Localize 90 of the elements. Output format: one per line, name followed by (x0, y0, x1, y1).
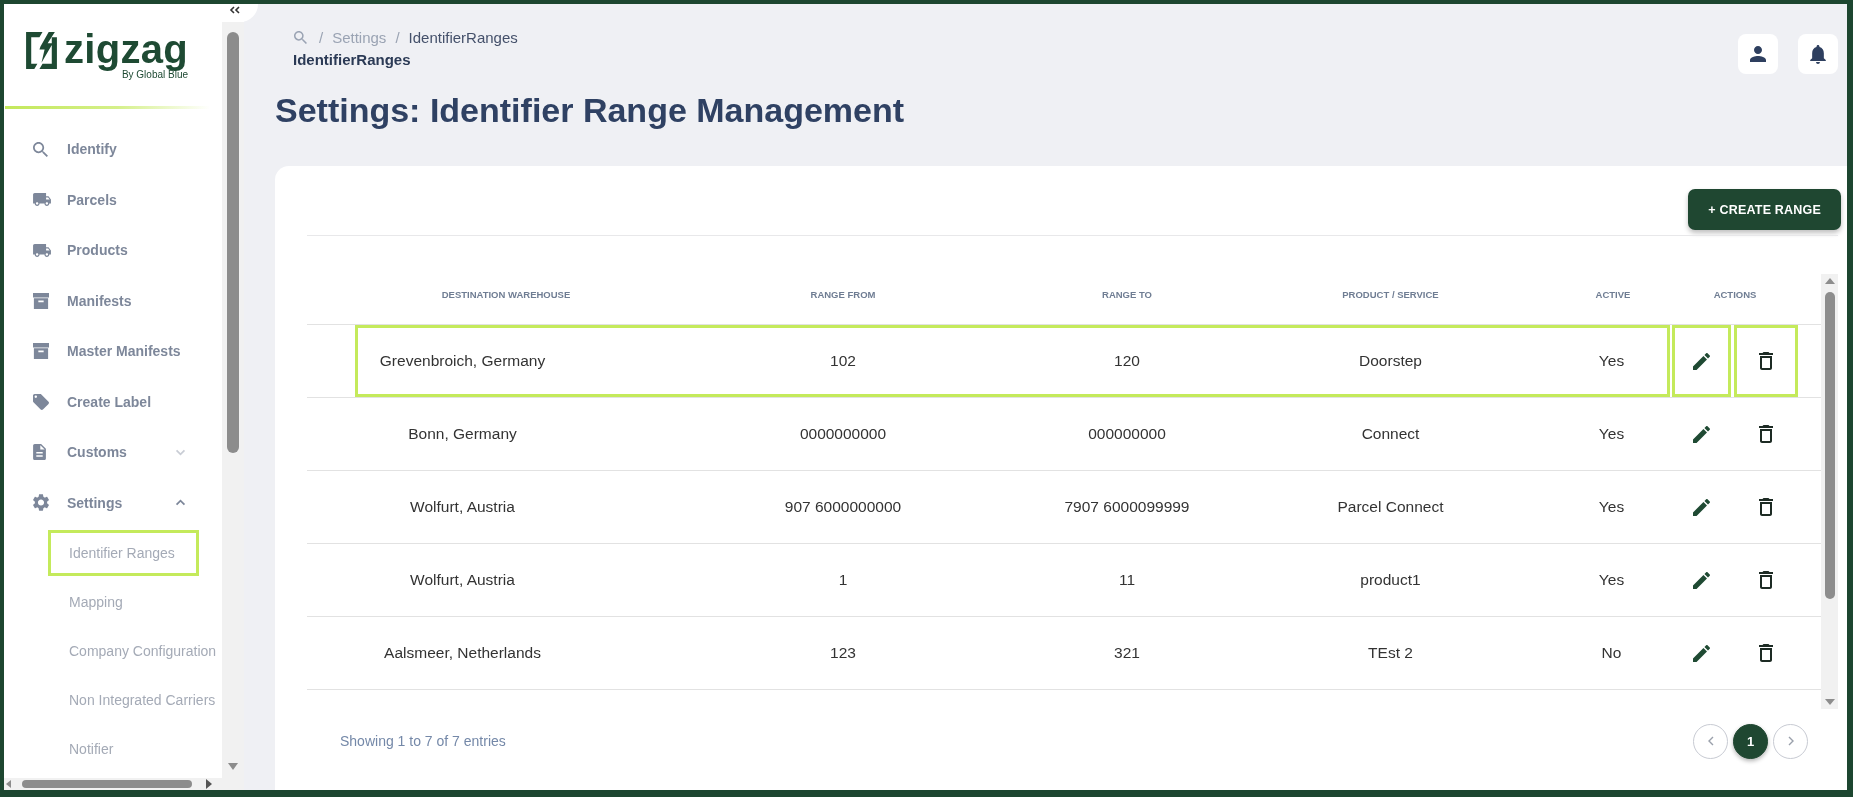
nav-item[interactable]: Products (22, 225, 202, 276)
table-cell-text: 907 6000000000 (783, 498, 903, 516)
trash-icon (1759, 352, 1773, 370)
pencil-icon (1692, 571, 1710, 589)
table-cell-text: 102 (829, 352, 857, 370)
archive-box-icon (33, 343, 49, 360)
table-cell-text: Yes (1597, 352, 1626, 370)
scrollbar-thumb[interactable] (22, 780, 192, 788)
truck-icon (33, 193, 51, 207)
table-cell-text: 11 (1117, 571, 1137, 589)
nav-subitem[interactable]: Identifier Ranges (48, 529, 199, 576)
triangle-down-icon[interactable] (228, 763, 238, 770)
nav-item[interactable]: Settings (22, 477, 202, 528)
nav-subitem[interactable]: Mapping (48, 581, 199, 622)
column-header: DESTINATION WAREHOUSE (440, 288, 572, 300)
page-subtitle: IdentifierRanges (293, 50, 412, 70)
column-header: ACTIONS (1712, 288, 1758, 300)
table-cell-text: Wolfurt, Austria (409, 498, 516, 516)
triangle-right-icon[interactable] (206, 779, 212, 789)
table-cell-text: 120 (1113, 352, 1141, 370)
table-cell-text: Yes (1597, 425, 1626, 443)
table-cell-text: Doorstep (1358, 352, 1423, 370)
user-button[interactable] (1738, 34, 1778, 74)
table-cell-text: 123 (829, 644, 857, 662)
nav-item[interactable]: Customs (22, 427, 202, 478)
chevron-left-icon (1707, 736, 1714, 746)
scrollbar-thumb[interactable] (1824, 292, 1835, 599)
table-cell-text: 7907 6000099999 (1063, 498, 1191, 516)
table-cell-text: Parcel Connect (1336, 498, 1445, 516)
table-cell-text: No (1600, 644, 1623, 662)
logo-mark-icon (26, 32, 57, 69)
double-chevron-left-icon (229, 6, 240, 14)
table-cell-text: TEst 2 (1367, 644, 1414, 662)
table-cell-text: 000000000 (1087, 425, 1167, 443)
search-icon (33, 141, 48, 157)
nav-item[interactable]: Parcels (22, 174, 202, 225)
triangle-left-icon[interactable] (6, 780, 11, 788)
pencil-icon (1692, 644, 1710, 662)
table-cell-text: 321 (1113, 644, 1141, 662)
table-cell-text: 0000000000 (798, 425, 888, 443)
column-header: RANGE FROM (809, 288, 877, 300)
trash-icon (1759, 644, 1773, 662)
document-icon (33, 444, 46, 461)
truck-icon (33, 243, 51, 257)
table-cell-text: 1 (837, 571, 849, 589)
breadcrumb-separator: / (319, 28, 324, 46)
person-icon (1750, 46, 1766, 62)
pencil-icon (1692, 425, 1710, 443)
table-cell-text: Wolfurt, Austria (409, 571, 516, 589)
bell-icon (1810, 44, 1826, 64)
breadcrumb-current: IdentifierRanges (408, 28, 518, 46)
notifications-button[interactable] (1798, 34, 1838, 74)
table-cell-text: Aalsmeer, Netherlands (383, 644, 542, 662)
breadcrumb-link[interactable]: Settings (332, 28, 387, 46)
archive-box-icon (33, 292, 49, 309)
scrollbar-thumb[interactable] (227, 32, 239, 453)
table-cell-text: Grevenbroich, Germany (378, 352, 547, 370)
delete-button[interactable] (1734, 325, 1798, 397)
triangle-down-icon[interactable] (1824, 699, 1835, 705)
page-title: Settings: Identifier Range Management (275, 91, 906, 129)
entries-summary: Showing 1 to 7 of 7 entries (340, 733, 506, 749)
pencil-icon (1692, 498, 1710, 516)
nav-item[interactable]: Manifests (22, 275, 202, 326)
trash-icon (1759, 425, 1773, 443)
column-header: ACTIVE (1594, 288, 1632, 300)
nav-item[interactable]: Create Label (22, 376, 202, 427)
edit-button[interactable] (1671, 325, 1731, 397)
tag-icon (33, 393, 49, 410)
gear-icon (33, 494, 49, 512)
column-header: PRODUCT / SERVICE (1341, 288, 1440, 300)
nav-item[interactable]: Identify (22, 124, 202, 175)
nav-subitem[interactable]: Notifier (48, 728, 199, 769)
table-cell-text: Yes (1597, 498, 1626, 516)
chevron-right-icon (1787, 736, 1794, 746)
logo-tagline: By Global Blue (121, 69, 189, 81)
nav-item[interactable]: Master Manifests (22, 326, 202, 377)
nav-subitem[interactable]: Company Configuration (48, 630, 220, 671)
breadcrumb-separator: / (395, 28, 400, 46)
trash-icon (1759, 498, 1773, 516)
column-header: RANGE TO (1101, 288, 1153, 300)
table-cell-text: Connect (1360, 425, 1421, 443)
nav-subitem[interactable]: Non Integrated Carriers (48, 679, 219, 720)
trash-icon (1759, 571, 1773, 589)
pencil-icon (1692, 352, 1710, 370)
table-cell-text: Bonn, Germany (407, 425, 518, 443)
page-button[interactable]: 1 (1733, 723, 1768, 759)
table-cell-text: Yes (1597, 571, 1626, 589)
create-range-button[interactable]: + CREATE RANGE (1688, 189, 1841, 230)
table-cell-text: product1 (1359, 571, 1422, 589)
triangle-up-icon[interactable] (1824, 278, 1835, 284)
